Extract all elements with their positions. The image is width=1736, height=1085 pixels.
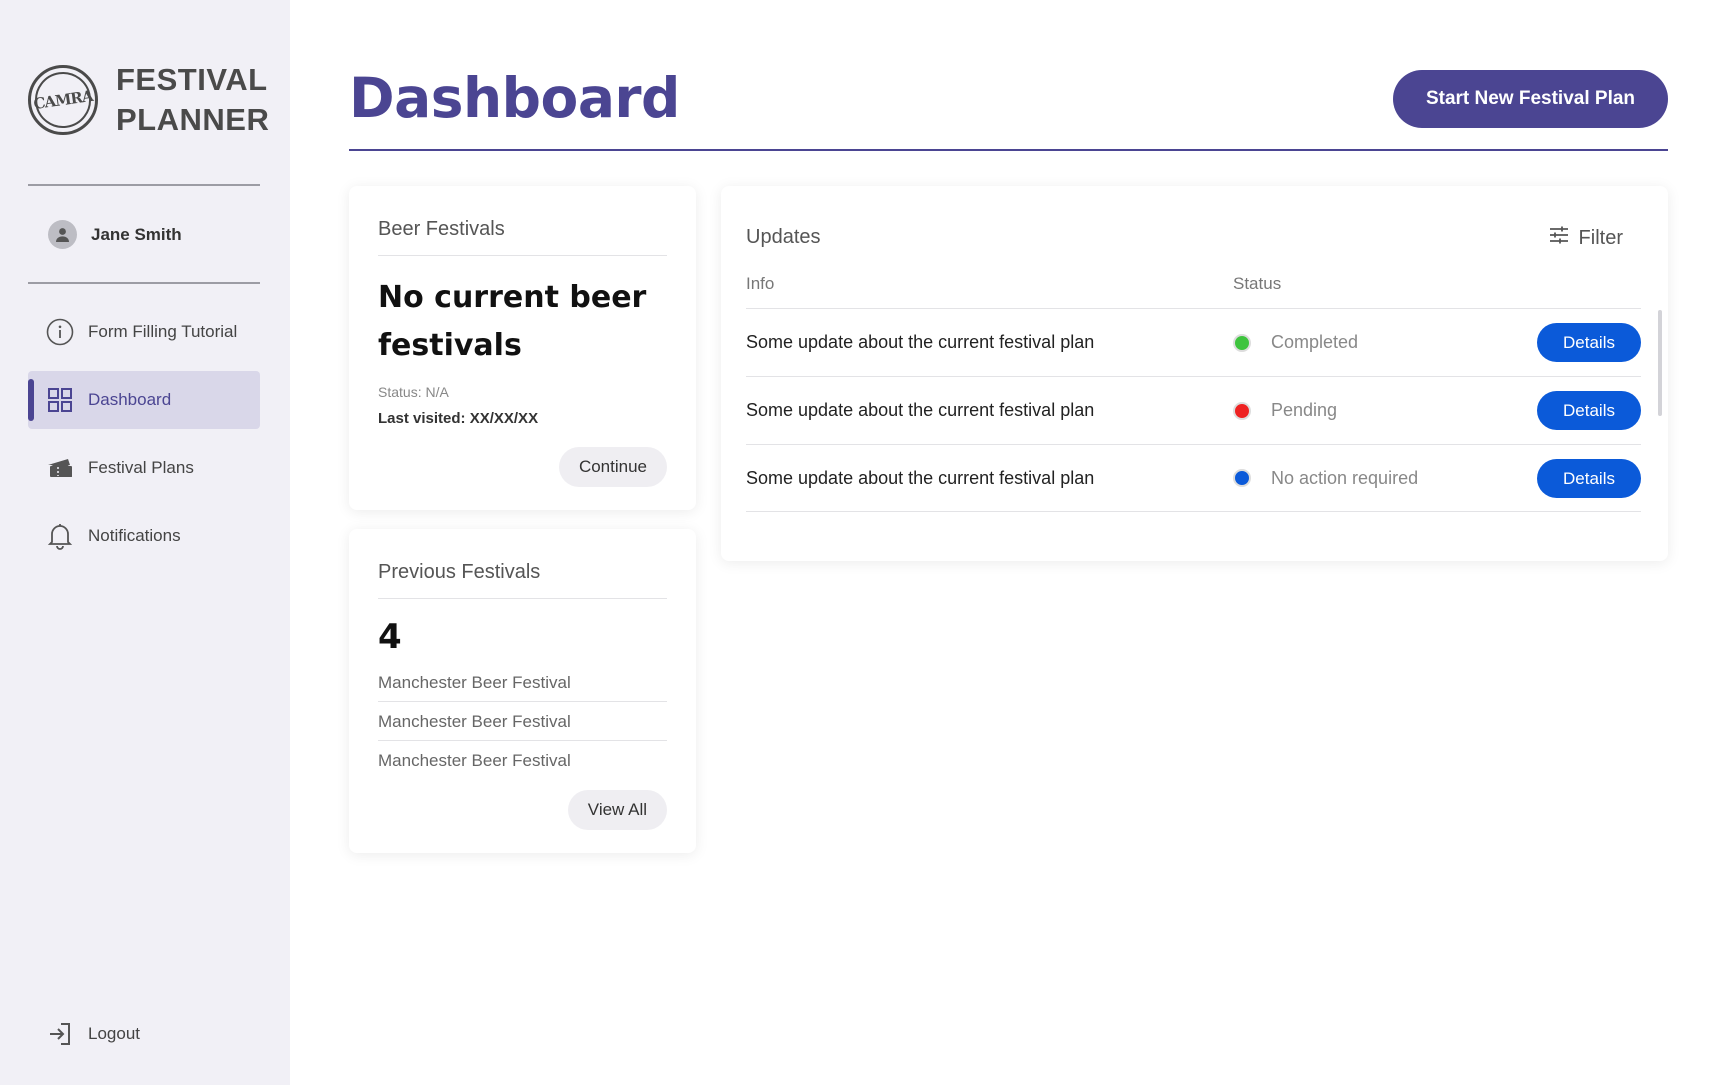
app-logo[interactable]: CAMRA FESTIVAL PLANNER bbox=[28, 60, 269, 140]
list-item[interactable]: Manchester Beer Festival bbox=[378, 741, 667, 780]
logout-label: Logout bbox=[88, 1024, 140, 1043]
card-title: Previous Festivals bbox=[378, 561, 667, 599]
sidebar-divider bbox=[28, 184, 260, 186]
updates-card: Updates Filter Info Status Some update a… bbox=[721, 186, 1668, 561]
sidebar: CAMRA FESTIVAL PLANNER Jane Smith Form F… bbox=[0, 0, 290, 1085]
logout-button[interactable]: Logout bbox=[28, 1005, 260, 1063]
update-status: Completed bbox=[1233, 332, 1358, 353]
title-divider bbox=[349, 149, 1668, 151]
previous-festivals-count: 4 bbox=[378, 617, 402, 657]
sidebar-item-label: Dashboard bbox=[88, 390, 172, 409]
sidebar-divider bbox=[28, 282, 260, 284]
table-row: Some update about the current festival p… bbox=[746, 308, 1641, 376]
beer-festival-status: Status: N/A bbox=[378, 384, 449, 400]
start-new-festival-plan-button[interactable]: Start New Festival Plan bbox=[1393, 70, 1668, 128]
update-info: Some update about the current festival p… bbox=[746, 467, 1095, 488]
continue-button[interactable]: Continue bbox=[558, 447, 667, 487]
updates-table: Some update about the current festival p… bbox=[746, 308, 1641, 512]
details-button[interactable]: Details bbox=[1537, 459, 1641, 498]
page-title: Dashboard bbox=[349, 66, 680, 130]
logout-icon bbox=[46, 1020, 74, 1048]
beer-festivals-card: Beer Festivals No current beer festivals… bbox=[349, 186, 696, 510]
user-name: Jane Smith bbox=[91, 224, 182, 244]
app-name: FESTIVAL PLANNER bbox=[116, 62, 270, 137]
camra-logo-icon: CAMRA bbox=[28, 65, 98, 135]
card-title: Beer Festivals bbox=[378, 218, 667, 256]
column-header-status: Status bbox=[1233, 274, 1282, 293]
update-status: No action required bbox=[1233, 468, 1418, 489]
user-profile[interactable]: Jane Smith bbox=[48, 220, 182, 249]
last-visited: Last visited: XX/XX/XX bbox=[378, 410, 539, 427]
grid-icon bbox=[46, 386, 74, 414]
sidebar-item-label: Notifications bbox=[88, 526, 181, 545]
update-info: Some update about the current festival p… bbox=[746, 400, 1095, 420]
sidebar-item-form-filling-tutorial[interactable]: Form Filling Tutorial bbox=[28, 303, 260, 361]
beer-festivals-headline: No current beer festivals bbox=[378, 280, 647, 363]
sidebar-item-label: Form Filling Tutorial bbox=[88, 322, 238, 341]
previous-festivals-list: Manchester Beer Festival Manchester Beer… bbox=[378, 663, 667, 780]
sidebar-item-festival-plans[interactable]: Festival Plans bbox=[28, 439, 260, 497]
previous-festivals-card: Previous Festivals 4 Manchester Beer Fes… bbox=[349, 529, 696, 853]
sidebar-item-notifications[interactable]: Notifications bbox=[28, 507, 260, 565]
status-indicator-icon bbox=[1233, 333, 1251, 352]
card-title: Updates bbox=[746, 226, 821, 248]
info-icon bbox=[46, 318, 74, 346]
sidebar-item-dashboard[interactable]: Dashboard bbox=[28, 371, 260, 429]
details-button[interactable]: Details bbox=[1537, 391, 1641, 430]
table-row: Some update about the current festival p… bbox=[746, 376, 1641, 444]
status-indicator-icon bbox=[1233, 469, 1251, 487]
list-item[interactable]: Manchester Beer Festival bbox=[378, 702, 667, 741]
update-status: Pending bbox=[1233, 400, 1337, 421]
list-item[interactable]: Manchester Beer Festival bbox=[378, 663, 667, 702]
filter-label: Filter bbox=[1578, 226, 1623, 249]
details-button[interactable]: Details bbox=[1537, 323, 1641, 362]
sidebar-item-label: Festival Plans bbox=[88, 458, 194, 477]
avatar-icon bbox=[48, 220, 77, 249]
update-info: Some update about the current festival p… bbox=[746, 332, 1095, 352]
updates-scrollbar[interactable] bbox=[1658, 310, 1662, 416]
column-header-info: Info bbox=[746, 274, 775, 293]
filter-icon bbox=[1549, 226, 1569, 250]
bell-icon bbox=[46, 522, 74, 550]
filter-button[interactable]: Filter bbox=[1549, 226, 1623, 250]
table-row: Some update about the current festival p… bbox=[746, 444, 1641, 512]
ticket-icon bbox=[46, 454, 74, 482]
view-all-button[interactable]: View All bbox=[567, 790, 667, 830]
status-indicator-icon bbox=[1233, 401, 1251, 420]
